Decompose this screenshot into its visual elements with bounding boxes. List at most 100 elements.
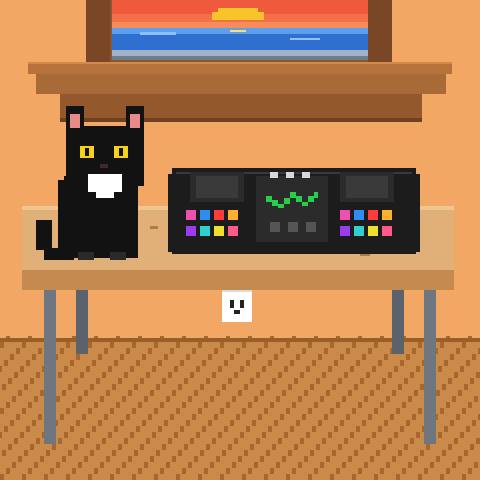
floor-stripe <box>0 366 2 372</box>
floor-stripe <box>224 360 228 366</box>
floor-stripe <box>418 474 422 480</box>
floor-stripe <box>312 360 316 366</box>
floor-stripe <box>440 408 444 414</box>
pad-button <box>368 210 378 220</box>
pad-button <box>228 226 238 236</box>
floor-stripe <box>84 390 88 396</box>
floor-stripe <box>368 414 372 420</box>
floor-stripe <box>78 396 82 402</box>
floor-stripe <box>78 462 82 468</box>
floor-stripe <box>236 348 240 354</box>
floor-stripe <box>274 420 278 426</box>
floor-stripe <box>98 420 102 426</box>
floor-stripe <box>248 402 252 408</box>
floor-stripe <box>306 366 310 372</box>
floor-stripe <box>426 444 430 450</box>
floor-stripe <box>382 378 386 384</box>
floor-stripe <box>262 366 266 372</box>
floor-stripe <box>230 354 234 360</box>
floor-stripe <box>400 426 404 432</box>
floor-stripe <box>242 408 246 414</box>
floor-stripe <box>140 444 144 450</box>
floor-stripe <box>290 426 294 432</box>
floor-stripe <box>370 390 374 396</box>
floor-stripe <box>330 474 334 480</box>
floor-stripe <box>134 450 138 456</box>
floor-stripe <box>136 360 140 366</box>
floor-stripe <box>32 420 36 426</box>
floor-stripe <box>264 408 268 414</box>
floor-stripe <box>6 402 10 408</box>
floor-stripe <box>394 432 398 438</box>
floor-stripe <box>236 414 240 420</box>
floor-stripe <box>320 462 324 468</box>
cat-chest <box>88 174 122 192</box>
floor-stripe <box>152 432 156 438</box>
floor-stripe <box>160 402 164 408</box>
floor-stripe <box>208 420 212 426</box>
floor-stripe <box>340 354 344 360</box>
floor-stripe <box>454 438 458 444</box>
floor-stripe <box>342 462 346 468</box>
floor-stripe <box>14 438 18 444</box>
floor-stripe <box>74 444 78 450</box>
floor-stripe <box>58 438 62 444</box>
floor-stripe <box>308 474 312 480</box>
floor-stripe <box>292 468 296 474</box>
floor-stripe <box>250 378 254 384</box>
floor-stripe <box>458 390 462 396</box>
floor-stripe <box>156 450 160 456</box>
floor-stripe <box>224 426 228 432</box>
floor-stripe <box>242 342 246 348</box>
floor-stripe <box>214 348 218 354</box>
floor-stripe <box>198 342 202 348</box>
floor-stripe <box>328 432 332 438</box>
floor-stripe <box>376 450 380 456</box>
floor-stripe <box>162 378 166 384</box>
floor-stripe <box>392 390 396 396</box>
floor-stripe <box>64 432 68 438</box>
floor-stripe <box>384 354 388 360</box>
floor-stripe <box>220 474 224 480</box>
floor-stripe <box>362 354 366 360</box>
floor-stripe <box>132 408 136 414</box>
floor-stripe <box>198 408 202 414</box>
floor-stripe <box>142 354 146 360</box>
floor-stripe <box>166 462 170 468</box>
floor-stripe <box>202 426 206 432</box>
mixer-panel <box>256 176 328 242</box>
floor-stripe <box>176 474 180 480</box>
floor-stripe <box>374 474 378 480</box>
floor-stripe <box>32 354 36 360</box>
floor-stripe <box>452 462 456 468</box>
floor-stripe <box>316 378 320 384</box>
floor-stripe <box>438 432 442 438</box>
floor-stripe <box>450 354 454 360</box>
floor-stripe <box>310 384 314 390</box>
floor-stripe <box>474 462 478 468</box>
floor-stripe <box>268 360 272 366</box>
floor-stripe <box>66 342 70 348</box>
floor-stripe <box>246 426 250 432</box>
floor-stripe <box>58 372 62 378</box>
floor-stripe <box>476 438 480 444</box>
floor-stripe <box>82 414 86 420</box>
floor-stripe <box>62 456 66 462</box>
floor-stripe <box>346 414 350 420</box>
floor-stripe <box>108 432 112 438</box>
floor-stripe <box>178 450 182 456</box>
floor-stripe <box>88 408 92 414</box>
floor-stripe <box>260 390 264 396</box>
floor-stripe <box>158 426 162 432</box>
floor-stripe <box>152 366 156 372</box>
floor-stripe <box>320 396 324 402</box>
floor-stripe <box>372 432 376 438</box>
floor-stripe <box>408 462 412 468</box>
floor-stripe <box>164 420 168 426</box>
floor-stripe <box>288 384 292 390</box>
floor-stripe <box>28 468 32 474</box>
floor-stripe <box>316 444 320 450</box>
floor-stripe <box>194 390 198 396</box>
pad-button <box>186 226 196 236</box>
floor-stripe <box>450 420 454 426</box>
